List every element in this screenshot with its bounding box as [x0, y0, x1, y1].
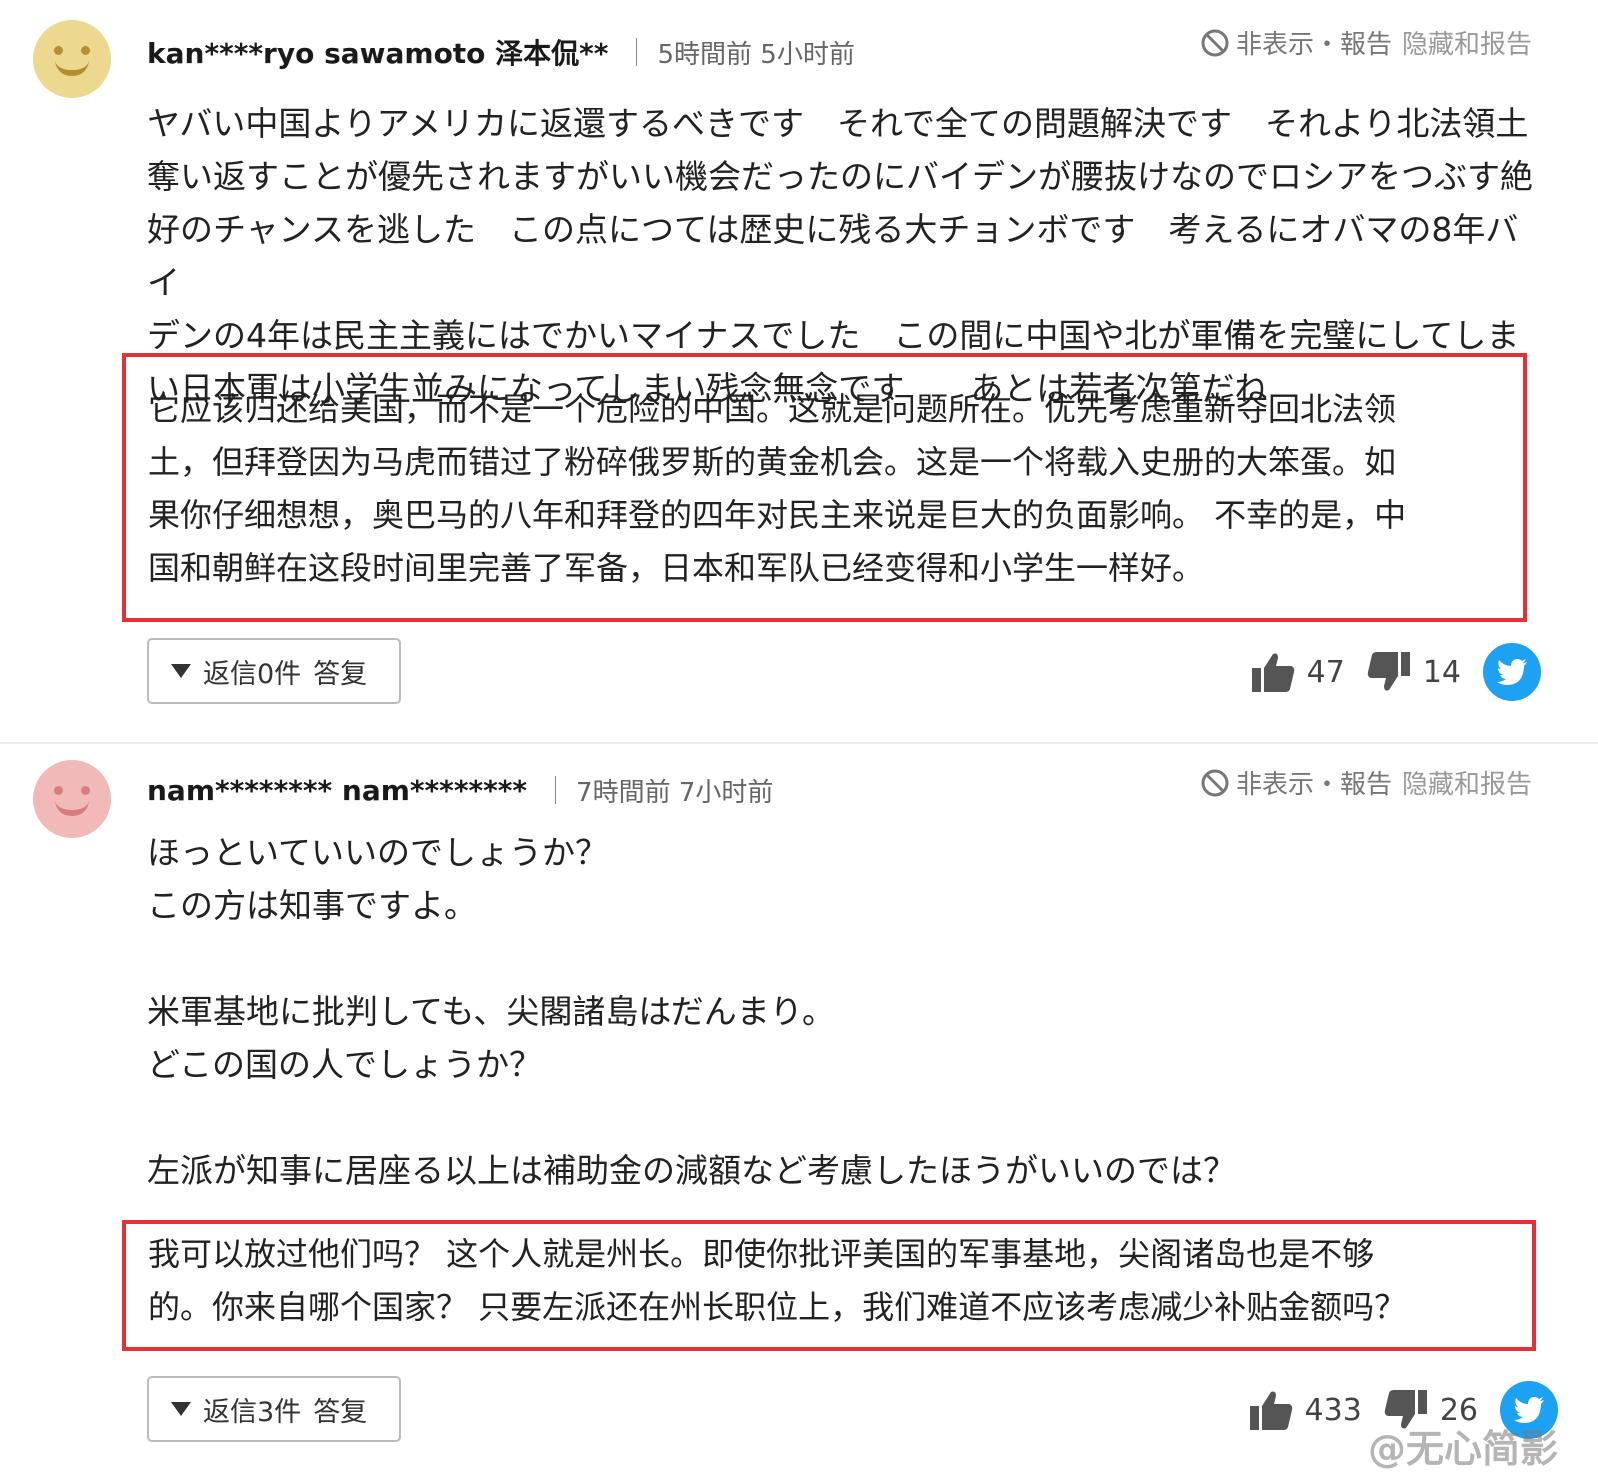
replies-toggle-button[interactable]: 返信3件 答复	[147, 1376, 401, 1442]
avatar	[33, 20, 111, 98]
hide-report-label: 非表示・報告	[1235, 30, 1392, 60]
comment-line: ほっといていいのでしょうか？	[147, 833, 609, 872]
meta-divider	[636, 38, 638, 66]
comment-line: 左派が知事に居座る以上は補助金の減額など考慮したほうがいいのでは？	[147, 1151, 1236, 1190]
avatar	[33, 760, 111, 838]
hide-report-button[interactable]: 非表示・報告 隐藏和报告	[1200, 24, 1532, 61]
replies-label: 返信0件	[203, 658, 302, 690]
watermark: @无心简影	[1367, 1427, 1558, 1471]
caret-down-icon	[171, 1402, 191, 1416]
hide-report-button[interactable]: 非表示・報告 隐藏和报告	[1200, 764, 1532, 801]
translation-line: 国和朝鲜在这段时间里完善了军备，日本和军队已经变得和小学生一样好。	[148, 549, 1205, 587]
translation-box: 它应该归还给美国，而不是一个危险的中国。这就是问题所在。优先考虑重新夺回北法领 …	[122, 353, 1527, 622]
twitter-icon	[1497, 659, 1527, 685]
comment-line: 奪い返すことが優先されますがいい機会だったのにバイデンが腰抜けなのでロシアをつぶ…	[147, 157, 1533, 196]
comment-line: ヤバい中国よりアメリカに返還するべきです それで全ての問題解決です それより北法…	[147, 104, 1529, 143]
replies-label-cn: 答复	[313, 1396, 368, 1428]
hide-report-label: 非表示・報告	[1235, 770, 1392, 800]
smiley-avatar-icon	[54, 786, 63, 795]
translation-text: 我可以放过他们吗？ 这个人就是州长。即使你批评美国的军事基地，尖阁诸岛也是不够 …	[148, 1228, 1516, 1334]
vote-bar: 47 14	[1251, 642, 1541, 702]
dislike-count: 14	[1422, 654, 1461, 690]
replies-toggle-button[interactable]: 返信0件 答复	[147, 638, 401, 704]
avatar-eye	[81, 46, 90, 55]
translation-text: 它应该归还给美国，而不是一个危险的中国。这就是问题所在。优先考虑重新夺回北法领 …	[148, 383, 1507, 595]
replies-label: 返信3件	[203, 1396, 302, 1428]
translation-line: 果你仔细想想，奥巴马的八年和拜登的四年对民主来说是巨大的负面影响。 不幸的是，中	[148, 496, 1407, 534]
comment-line: この方は知事ですよ。	[147, 886, 477, 925]
comment-2: nam******** nam******** 7時間前 7小时前 非表示・報告…	[0, 744, 1598, 1483]
comment-line: 米軍基地に批判しても、尖閣諸島はだんまり。	[147, 992, 836, 1031]
username[interactable]: nam******** nam********	[147, 774, 527, 807]
comment-meta: nam******** nam******** 7時間前 7小时前	[147, 770, 773, 810]
block-icon	[1201, 29, 1229, 56]
comment-line: 好のチャンスを逃した この点につては歴史に残る大チョンボです 考えるにオバマの8…	[147, 210, 1519, 302]
thumbs-up-icon	[1249, 1391, 1292, 1430]
thumbs-down-icon	[1367, 652, 1410, 691]
replies-label-cn: 答复	[313, 658, 368, 690]
avatar-mouth	[55, 800, 89, 816]
dislike-button[interactable]: 14	[1367, 651, 1461, 693]
comment-line: どこの国の人でしょうか？	[147, 1045, 543, 1084]
comment-meta: kan****ryo sawamoto 泽本侃** 5時間前 5小时前	[147, 32, 855, 72]
block-icon	[1201, 769, 1229, 796]
timestamp: 5時間前 5小时前	[657, 39, 855, 70]
hide-report-label-cn: 隐藏和报告	[1401, 30, 1532, 60]
thumbs-up-icon	[1251, 653, 1294, 692]
translation-line: 我可以放过他们吗？ 这个人就是州长。即使你批评美国的军事基地，尖阁诸岛也是不够	[148, 1235, 1375, 1273]
translation-line: 土，但拜登因为马虎而错过了粉碎俄罗斯的黄金机会。这是一个将载入史册的大笨蛋。如	[148, 443, 1397, 481]
smiley-avatar-icon	[54, 46, 63, 55]
timestamp: 7時間前 7小时前	[576, 777, 774, 808]
like-button[interactable]: 433	[1249, 1389, 1362, 1431]
translation-line: 它应该归还给美国，而不是一个危险的中国。这就是问题所在。优先考虑重新夺回北法领	[148, 390, 1397, 428]
twitter-share-button[interactable]	[1483, 643, 1541, 701]
translation-box: 我可以放过他们吗？ 这个人就是州长。即使你批评美国的军事基地，尖阁诸岛也是不够 …	[122, 1220, 1536, 1351]
like-count: 47	[1306, 654, 1345, 690]
meta-divider	[555, 776, 557, 804]
caret-down-icon	[171, 664, 191, 678]
hide-report-label-cn: 隐藏和报告	[1401, 770, 1532, 800]
like-button[interactable]: 47	[1251, 651, 1345, 693]
comment-body: ほっといていいのでしょうか？ この方は知事ですよ。 米軍基地に批判しても、尖閣諸…	[147, 826, 1542, 1197]
avatar-eye	[81, 786, 90, 795]
like-count: 433	[1304, 1392, 1362, 1428]
comment-1: kan****ryo sawamoto 泽本侃** 5時間前 5小时前 非表示・…	[0, 0, 1598, 742]
avatar-mouth	[55, 60, 89, 76]
username[interactable]: kan****ryo sawamoto 泽本侃**	[147, 32, 608, 72]
translation-line: 的。你来自哪个国家？ 只要左派还在州长职位上，我们难道不应该考虑减少补贴金额吗？	[148, 1288, 1407, 1326]
